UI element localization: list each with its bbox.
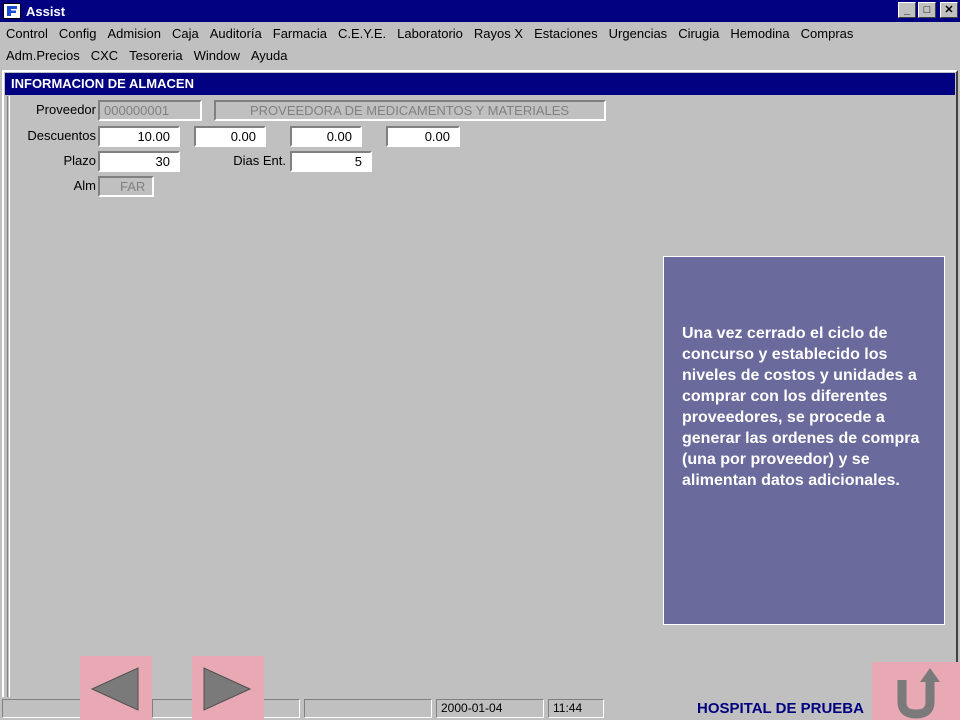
descuento-4-field[interactable]: 0.00 [386, 126, 460, 147]
menu-rayos-x[interactable]: Rayos X [474, 26, 523, 41]
maximize-button[interactable]: □ [918, 2, 936, 18]
alm-field[interactable]: FAR [98, 176, 154, 197]
menu-caja[interactable]: Caja [172, 26, 199, 41]
return-button[interactable] [872, 662, 960, 720]
previous-button[interactable] [80, 656, 152, 720]
menu-farmacia[interactable]: Farmacia [273, 26, 327, 41]
close-button[interactable]: ✕ [940, 2, 958, 18]
window-controls: _ □ ✕ [896, 2, 958, 18]
menu-tesoreria[interactable]: Tesoreria [129, 48, 182, 63]
alm-label: Alm [73, 178, 96, 193]
menu-hemodina[interactable]: Hemodina [730, 26, 789, 41]
menu-compras[interactable]: Compras [801, 26, 854, 41]
proveedor-name-field[interactable]: PROVEEDORA DE MEDICAMENTOS Y MATERIALES [214, 100, 606, 121]
proveedor-label: Proveedor [36, 102, 96, 117]
menu-urgencias[interactable]: Urgencias [609, 26, 668, 41]
status-time: 11:44 [548, 699, 604, 718]
menu-bar: Control Config Admision Caja Auditoría F… [0, 22, 960, 66]
triangle-right-icon [203, 667, 252, 711]
minimize-button[interactable]: _ [898, 2, 916, 18]
menu-cxc[interactable]: CXC [91, 48, 118, 63]
app-title-bar: Assist _ □ ✕ [0, 0, 960, 22]
descuento-1-field[interactable]: 10.00 [98, 126, 180, 147]
status-panel-3 [304, 699, 432, 718]
menu-config[interactable]: Config [59, 26, 97, 41]
dias-ent-label: Dias Ent. [233, 153, 286, 168]
menu-ayuda[interactable]: Ayuda [251, 48, 288, 63]
status-date: 2000-01-04 [436, 699, 544, 718]
descuentos-label: Descuentos [27, 128, 96, 143]
form-title: INFORMACION DE ALMACEN [5, 73, 955, 95]
menu-admision[interactable]: Admision [108, 26, 161, 41]
proveedor-code-field[interactable]: 000000001 [98, 100, 202, 121]
app-title: Assist [26, 3, 66, 19]
app-logo-icon[interactable] [3, 3, 21, 19]
menu-window[interactable]: Window [194, 48, 240, 63]
dias-ent-field[interactable]: 5 [290, 151, 372, 172]
triangle-left-icon [90, 667, 139, 711]
hospital-name: HOSPITAL DE PRUEBA [697, 700, 864, 717]
info-callout: Una vez cerrado el ciclo de concurso y e… [663, 256, 945, 625]
menu-adm-precios[interactable]: Adm.Precios [6, 48, 80, 63]
window-edge [7, 96, 10, 708]
next-button[interactable] [192, 656, 264, 720]
callout-text: Una vez cerrado el ciclo de concurso y e… [682, 325, 920, 489]
menu-estaciones[interactable]: Estaciones [534, 26, 598, 41]
menu-ceye[interactable]: C.E.Y.E. [338, 26, 386, 41]
menu-row-2: Adm.Precios CXC Tesoreria Window Ayuda [0, 44, 960, 66]
menu-control[interactable]: Control [6, 26, 48, 41]
menu-auditoria[interactable]: Auditoría [210, 26, 262, 41]
menu-cirugia[interactable]: Cirugia [678, 26, 719, 41]
plazo-field[interactable]: 30 [98, 151, 180, 172]
descuento-3-field[interactable]: 0.00 [290, 126, 362, 147]
menu-laboratorio[interactable]: Laboratorio [397, 26, 463, 41]
descuento-2-field[interactable]: 0.00 [194, 126, 266, 147]
menu-row-1: Control Config Admision Caja Auditoría F… [0, 22, 960, 44]
return-arrow-icon [897, 668, 940, 719]
plazo-label: Plazo [63, 153, 96, 168]
